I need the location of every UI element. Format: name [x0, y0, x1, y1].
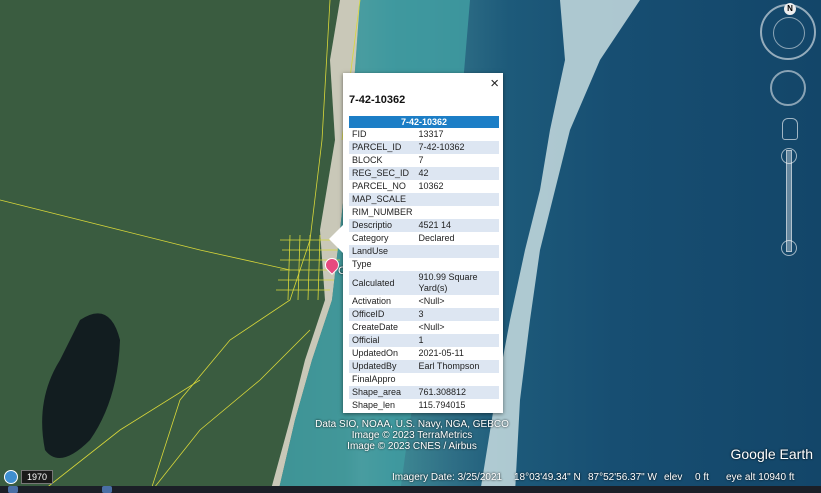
- pegman-icon[interactable]: [782, 118, 798, 140]
- attribute-value: Declared: [418, 233, 455, 243]
- attribute-value: [415, 193, 499, 206]
- table-row: Shape_area 761.308812: [349, 386, 499, 399]
- table-row: Descriptio 4521 14: [349, 219, 499, 232]
- imagery-credits: Data SIO, NOAA, U.S. Navy, NGA, GEBCO Im…: [307, 419, 517, 452]
- attribute-key: CreateDate: [352, 322, 399, 332]
- attribute-value: 115.794015: [418, 400, 466, 410]
- attribute-value: [416, 258, 499, 271]
- table-row: Calculated 910.99 Square Yard(s): [349, 271, 499, 295]
- attribute-key: Shape_area: [349, 386, 416, 399]
- popup-tail: [329, 225, 343, 253]
- elevation-value: 0 ft: [695, 472, 709, 483]
- attribute-key: Descriptio: [349, 219, 416, 232]
- attribute-key: REG_SEC_ID: [349, 167, 416, 180]
- table-row: PARCEL_ID 7-42-10362: [349, 141, 499, 154]
- parcel-info-popup: × 7-42-10362 7-42-10362 FID 13317 PARCEL_I…: [329, 73, 503, 413]
- close-icon[interactable]: ×: [490, 75, 499, 92]
- attribute-value: [416, 373, 499, 386]
- table-row: OfficeID 3: [349, 308, 499, 321]
- attribute-value: 7-42-10362: [415, 141, 499, 154]
- attribute-table: 7-42-10362 FID 13317 PARCEL_ID 7-42-10362 BL…: [349, 116, 499, 412]
- elevation-label: elev: [664, 472, 683, 483]
- attribute-key: PARCEL_NO: [352, 181, 406, 191]
- table-row: Shape_len 115.794015: [349, 399, 499, 412]
- table-row: Activation <Null>: [349, 295, 499, 308]
- attribute-value: 7: [418, 155, 424, 165]
- taskbar: [0, 486, 821, 493]
- attribute-key: Type: [352, 259, 372, 269]
- attribute-value: [415, 245, 499, 258]
- credit-line: Image © 2023 CNES / Airbus: [347, 441, 477, 452]
- table-row: Category Declared: [349, 232, 499, 245]
- attribute-value: 3: [415, 308, 499, 321]
- attribute-key: MAP_SCALE: [349, 193, 416, 206]
- imagery-date: Imagery Date: 3/25/2021: [392, 472, 503, 483]
- table-row: CreateDate <Null>: [349, 321, 499, 334]
- attribute-key: Activation: [352, 296, 392, 306]
- google-earth-logo: Google Earth: [730, 446, 814, 462]
- attribute-key: OfficeID: [349, 308, 416, 321]
- attribute-value: 1: [415, 334, 499, 347]
- table-row: UpdatedOn 2021-05-11: [349, 347, 499, 360]
- attribute-value: <Null>: [418, 296, 445, 306]
- table-row: LandUse: [349, 245, 499, 258]
- table-row: PARCEL_NO 10362: [349, 180, 499, 193]
- popup-title: 7-42-10362: [349, 94, 406, 106]
- attribute-key: Calculated: [349, 271, 416, 295]
- zoom-slider[interactable]: [786, 150, 792, 252]
- look-joystick-icon[interactable]: [770, 70, 806, 106]
- attribute-value: <Null>: [418, 322, 445, 332]
- table-row: Official 1: [349, 334, 499, 347]
- attribute-value: 2021-05-11: [418, 348, 464, 358]
- attribute-key: PARCEL_ID: [349, 141, 416, 154]
- compass-icon[interactable]: N: [760, 3, 816, 60]
- attribute-value: 4521 14: [415, 219, 499, 232]
- attribute-value: 761.308812: [415, 386, 499, 399]
- attribute-key: UpdatedBy: [349, 360, 416, 373]
- start-icon[interactable]: [8, 486, 18, 493]
- table-row: FinalAppro: [349, 373, 499, 386]
- table-row: REG_SEC_ID 42: [349, 167, 499, 180]
- attribute-key: FinalAppro: [352, 374, 396, 384]
- attribute-value: [416, 206, 499, 219]
- attribute-value: 10362: [418, 181, 444, 191]
- attribute-key: Shape_len: [352, 400, 396, 410]
- table-row: FID 13317: [349, 128, 499, 141]
- attribute-key: UpdatedOn: [352, 348, 399, 358]
- attribute-key: RIM_NUMBER: [352, 207, 413, 217]
- attribute-key: FID: [352, 129, 367, 139]
- zoom-in-icon[interactable]: [781, 148, 797, 164]
- table-row: BLOCK 7: [349, 154, 499, 167]
- longitude-readout: 87°52'56.37" W: [588, 472, 657, 483]
- attribute-key: LandUse: [349, 245, 416, 258]
- attribute-key: Category: [352, 233, 389, 243]
- taskbar-app-icon[interactable]: [102, 486, 112, 493]
- attribute-value: Earl Thompson: [415, 360, 499, 373]
- table-row: UpdatedBy Earl Thompson: [349, 360, 499, 373]
- attribute-value: 13317: [418, 129, 444, 139]
- credit-line: Data SIO, NOAA, U.S. Navy, NGA, GEBCO: [315, 419, 509, 430]
- credit-line: Image © 2023 TerraMetrics: [351, 430, 473, 441]
- attribute-value: 42: [415, 167, 499, 180]
- compass-ring: [773, 17, 805, 49]
- zoom-out-icon[interactable]: [781, 240, 797, 256]
- attribute-key: Official: [349, 334, 416, 347]
- table-row: Type: [349, 258, 499, 271]
- attribute-value: 910.99 Square Yard(s): [415, 271, 499, 295]
- north-indicator[interactable]: N: [784, 3, 796, 15]
- table-row: MAP_SCALE: [349, 193, 499, 206]
- eye-altitude: eye alt 10940 ft: [726, 472, 795, 483]
- latitude-readout: 18°03'49.34" N: [514, 472, 581, 483]
- attribute-key: BLOCK: [352, 155, 383, 165]
- table-row: RIM_NUMBER: [349, 206, 499, 219]
- table-header: 7-42-10362: [349, 116, 499, 128]
- status-bar: Imagery Date: 3/25/2021 18°03'49.34" N 8…: [0, 468, 821, 486]
